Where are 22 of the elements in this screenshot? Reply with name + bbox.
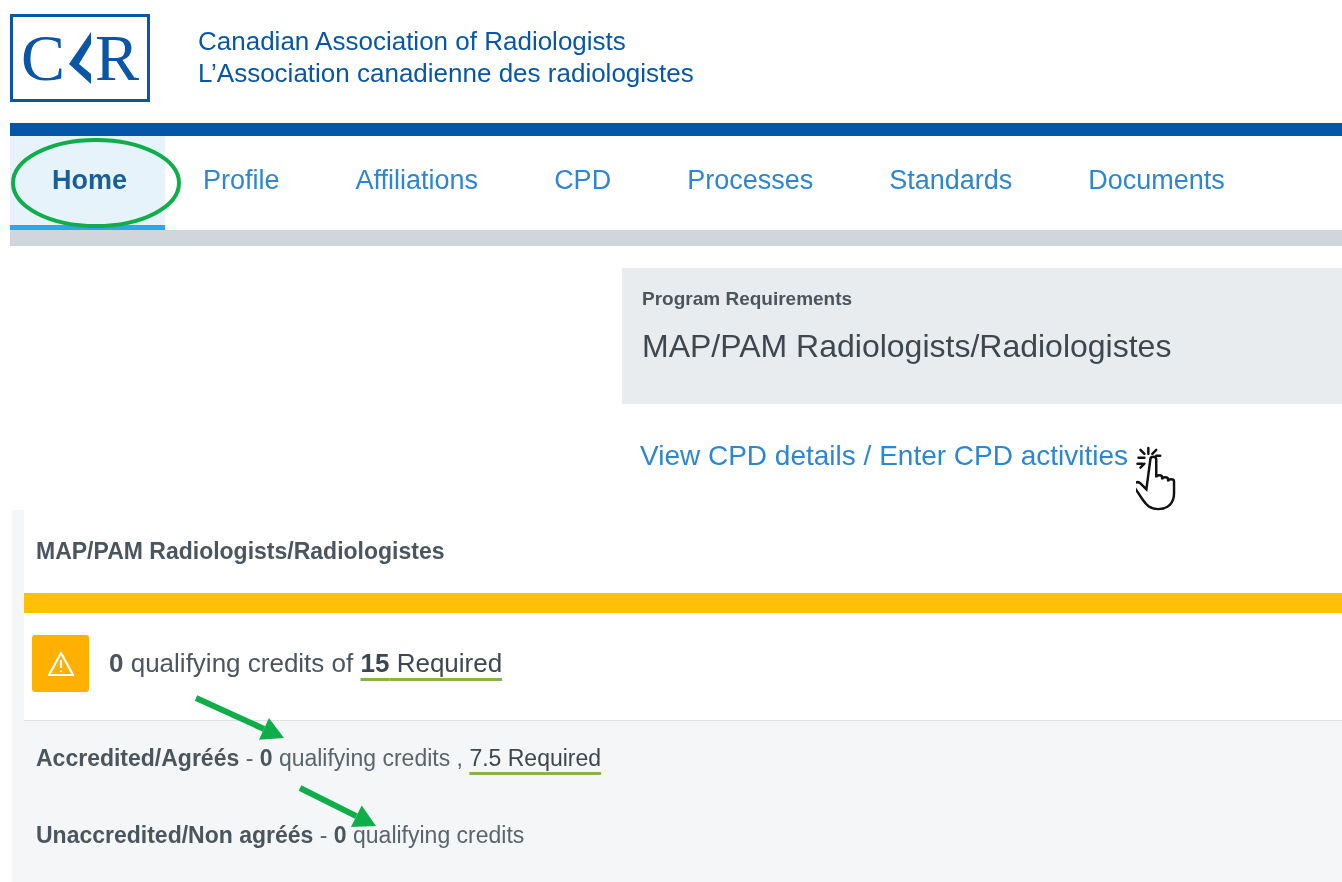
program-title: MAP/PAM Radiologists/Radiologistes — [642, 328, 1173, 365]
logo-letter: R — [95, 24, 140, 91]
nav-tab[interactable]: Standards — [851, 136, 1051, 230]
nav-tab[interactable]: CPD — [516, 136, 650, 230]
organization-name: L’Association canadienne des radiologistes — [198, 56, 694, 89]
logo-letter: C — [20, 24, 65, 91]
warning-icon — [32, 635, 89, 692]
nav-tab[interactable]: Home — [10, 136, 165, 230]
cpd-link[interactable]: View CPD details / Enter CPD activities — [640, 440, 1129, 472]
nav-tab[interactable]: Documents — [1050, 136, 1263, 230]
nav-tab[interactable]: Profile — [165, 136, 318, 230]
required-link[interactable]: 7.5 Required — [469, 745, 602, 771]
nav-tab[interactable]: Processes — [649, 136, 852, 230]
organization-name: Canadian Association of Radiologists — [198, 24, 627, 57]
credit-line: Unaccredited/Non agréés - 0 qualifying credits — [36, 822, 525, 849]
required-link[interactable]: 15 Required — [360, 648, 503, 678]
nav-tab[interactable]: Affiliations — [317, 136, 517, 230]
pointing-hand-icon — [1136, 446, 1177, 511]
panel-caption: Program Requirements — [642, 288, 854, 310]
credits-summary: 0 qualifying credits of 15 Required — [109, 648, 503, 679]
section-title: MAP/PAM Radiologists/Radiologistes — [35, 537, 446, 566]
credit-line: Accredited/Agréés - 0 qualifying credits , 7.5 Required — [36, 745, 602, 772]
